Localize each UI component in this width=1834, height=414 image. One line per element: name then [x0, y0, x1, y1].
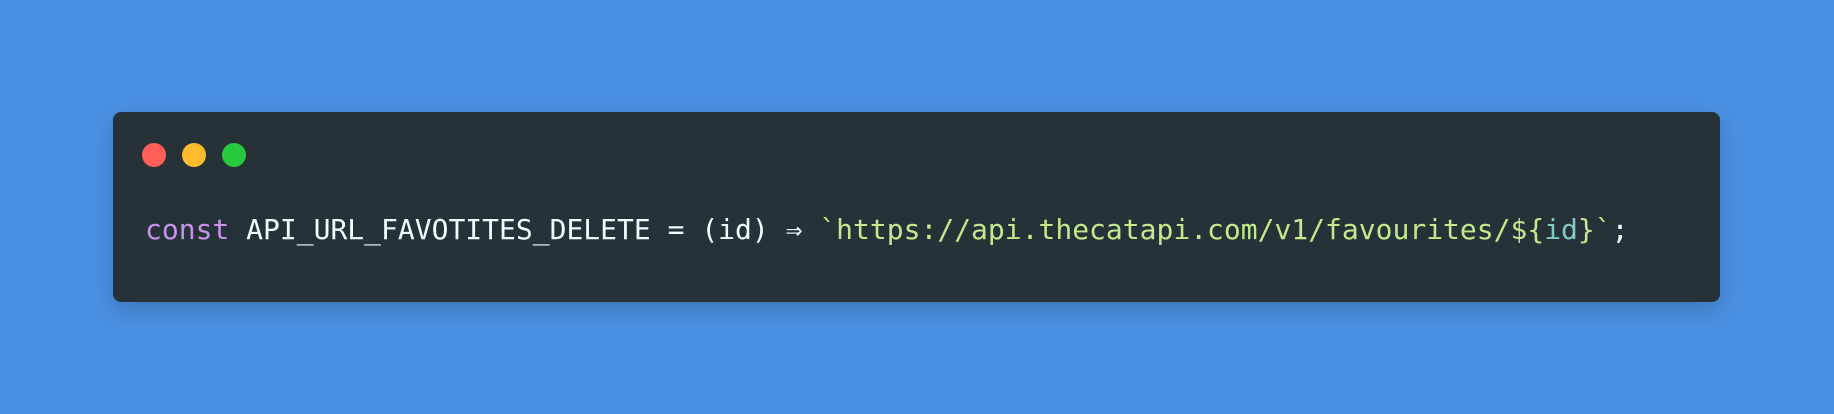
code-interpolation-close: }	[1577, 213, 1595, 246]
code-window: const API_URL_FAVOTITES_DELETE = (id) ⇒ …	[113, 112, 1720, 302]
close-dot-icon	[142, 143, 166, 167]
code-params: (id)	[701, 213, 769, 246]
code-keyword: const	[145, 213, 230, 246]
window-controls	[142, 143, 246, 167]
code-template-string: `https://api.thecatapi.com/v1/favourites…	[819, 213, 1511, 246]
code-interpolation-variable: id	[1544, 213, 1578, 246]
code-semicolon: ;	[1611, 213, 1629, 246]
code-interpolation-open: ${	[1510, 213, 1545, 246]
code-identifier: API_URL_FAVOTITES_DELETE	[246, 213, 651, 246]
code-line: const API_URL_FAVOTITES_DELETE = (id) ⇒ …	[145, 212, 1629, 248]
minimize-dot-icon	[182, 143, 206, 167]
code-template-close: `	[1594, 213, 1612, 246]
code-assign: =	[650, 213, 702, 246]
code-arrow: ⇒	[768, 213, 820, 246]
maximize-dot-icon	[222, 143, 246, 167]
